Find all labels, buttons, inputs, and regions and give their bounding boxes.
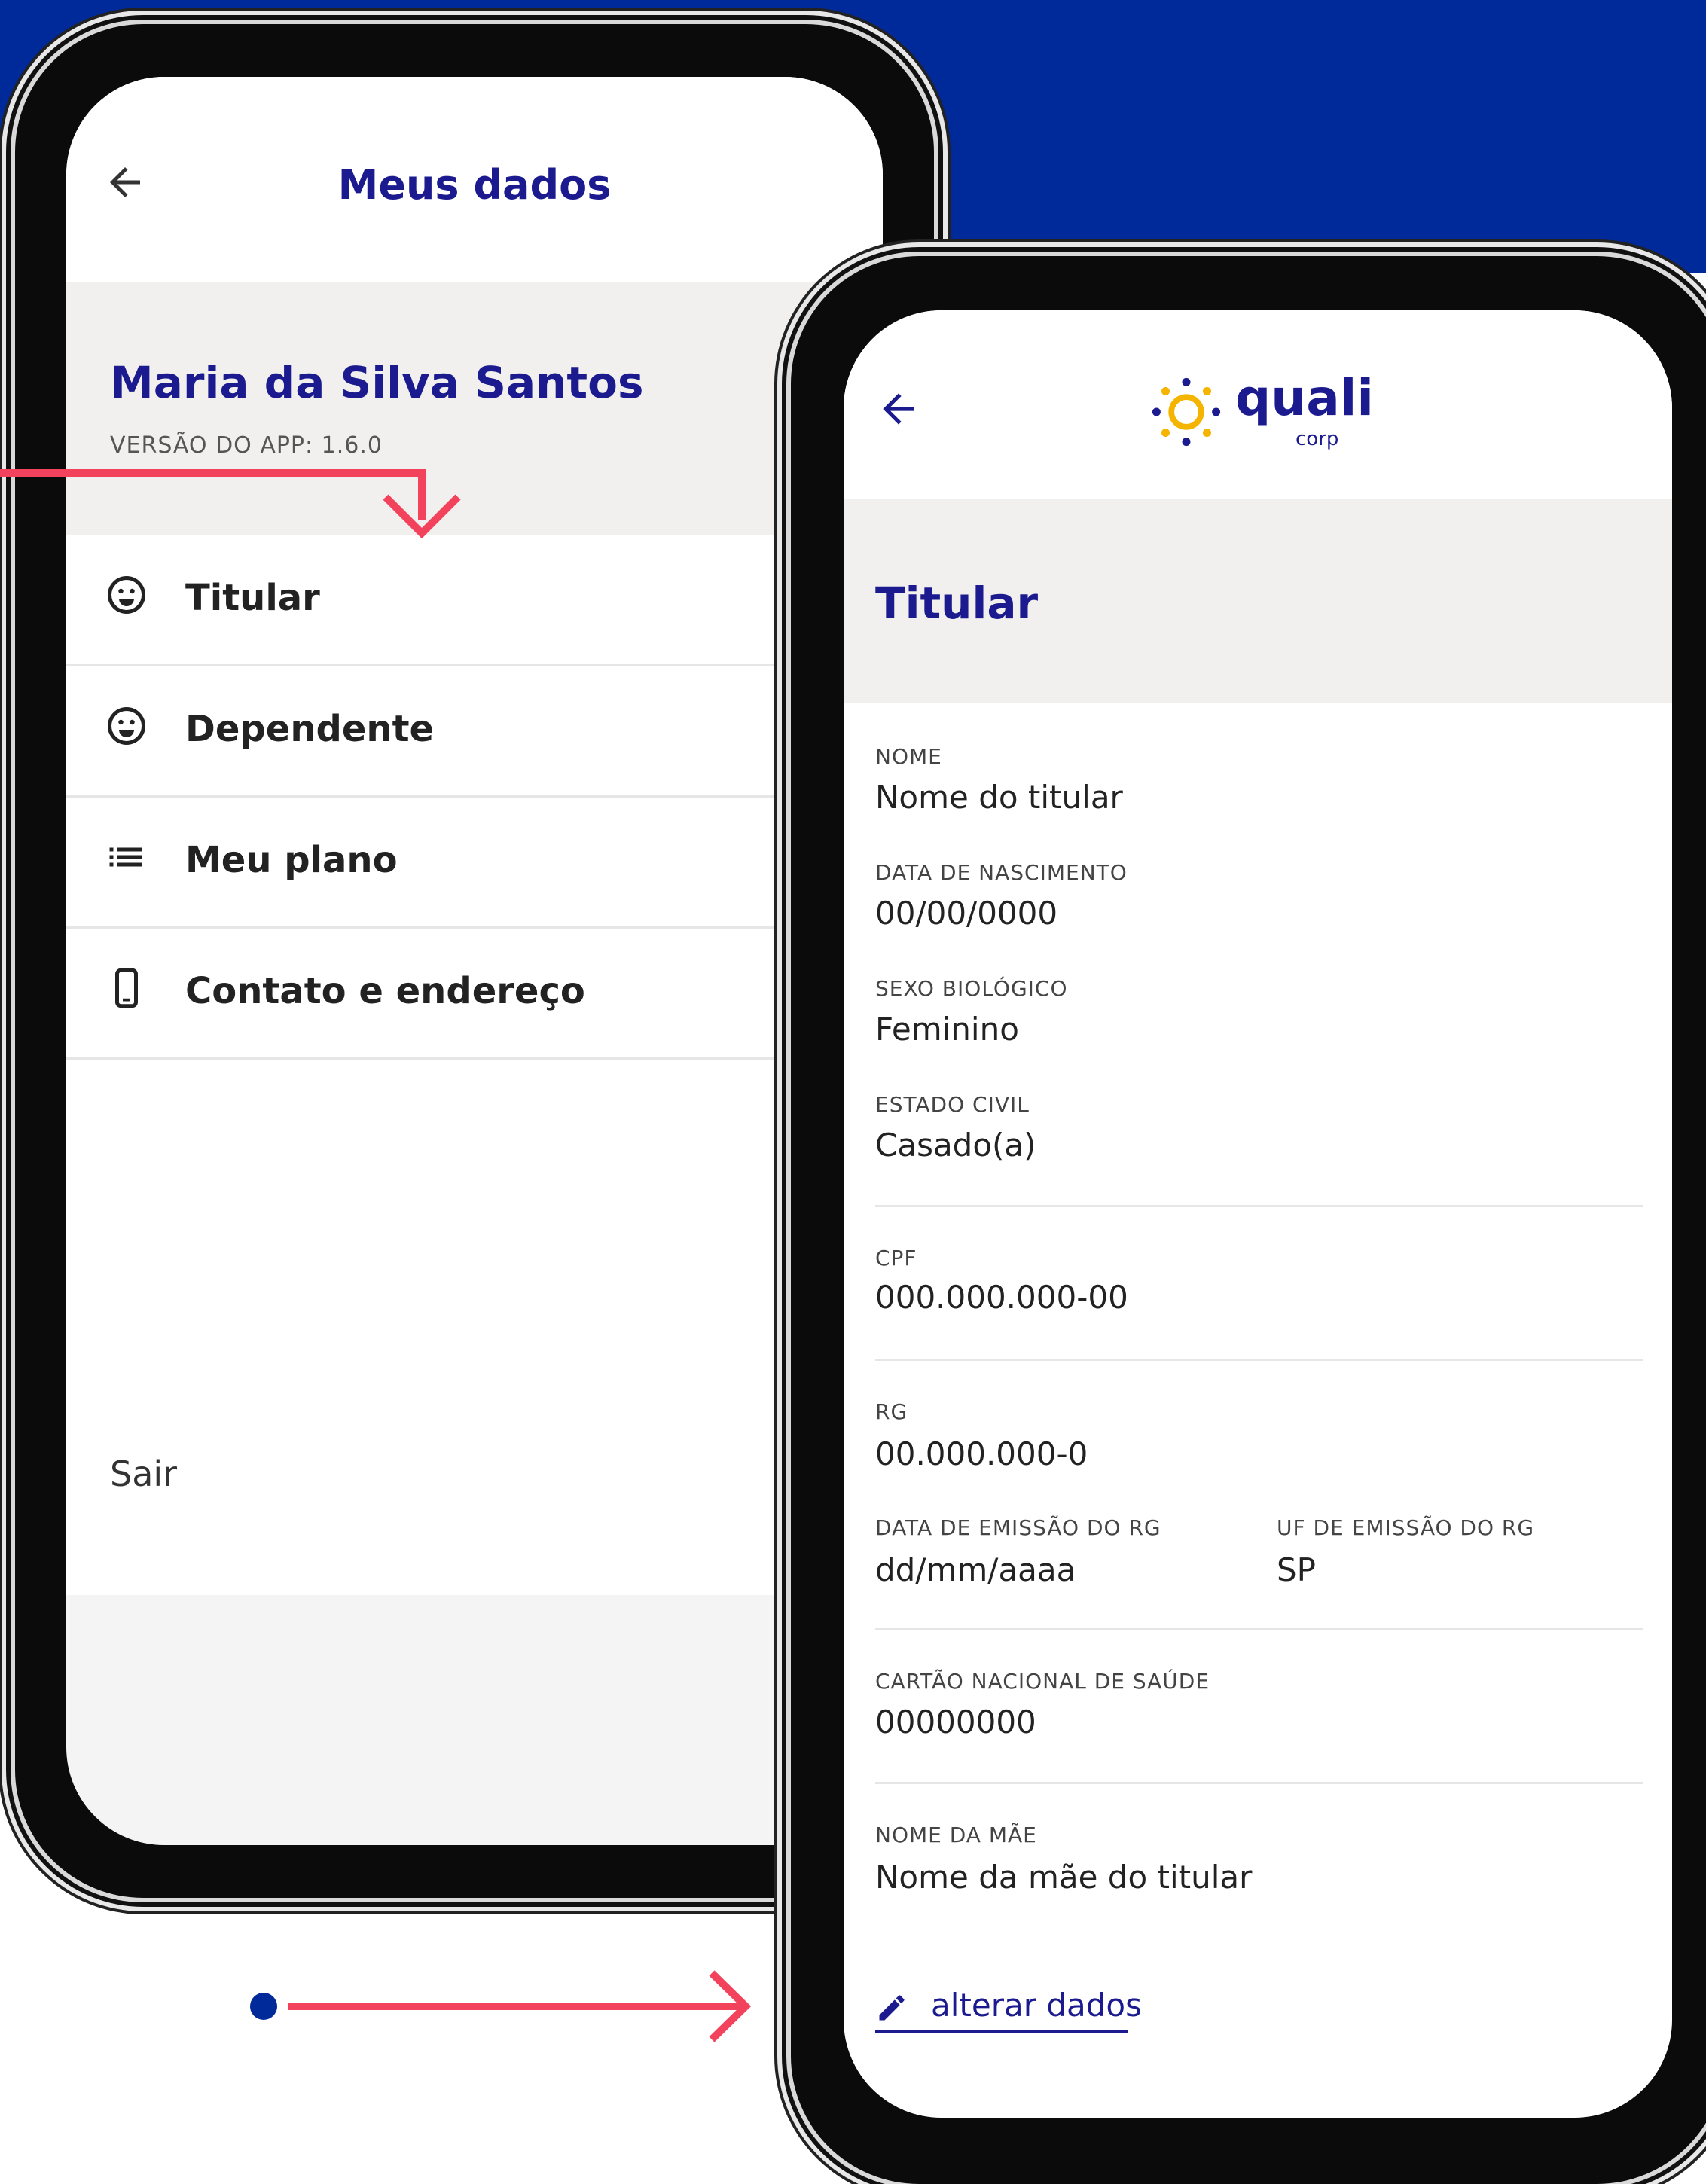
annotation-arrows	[0, 469, 752, 2042]
arrow-to-alterar-dados	[250, 1970, 752, 2042]
arrow-to-titular	[0, 469, 461, 539]
